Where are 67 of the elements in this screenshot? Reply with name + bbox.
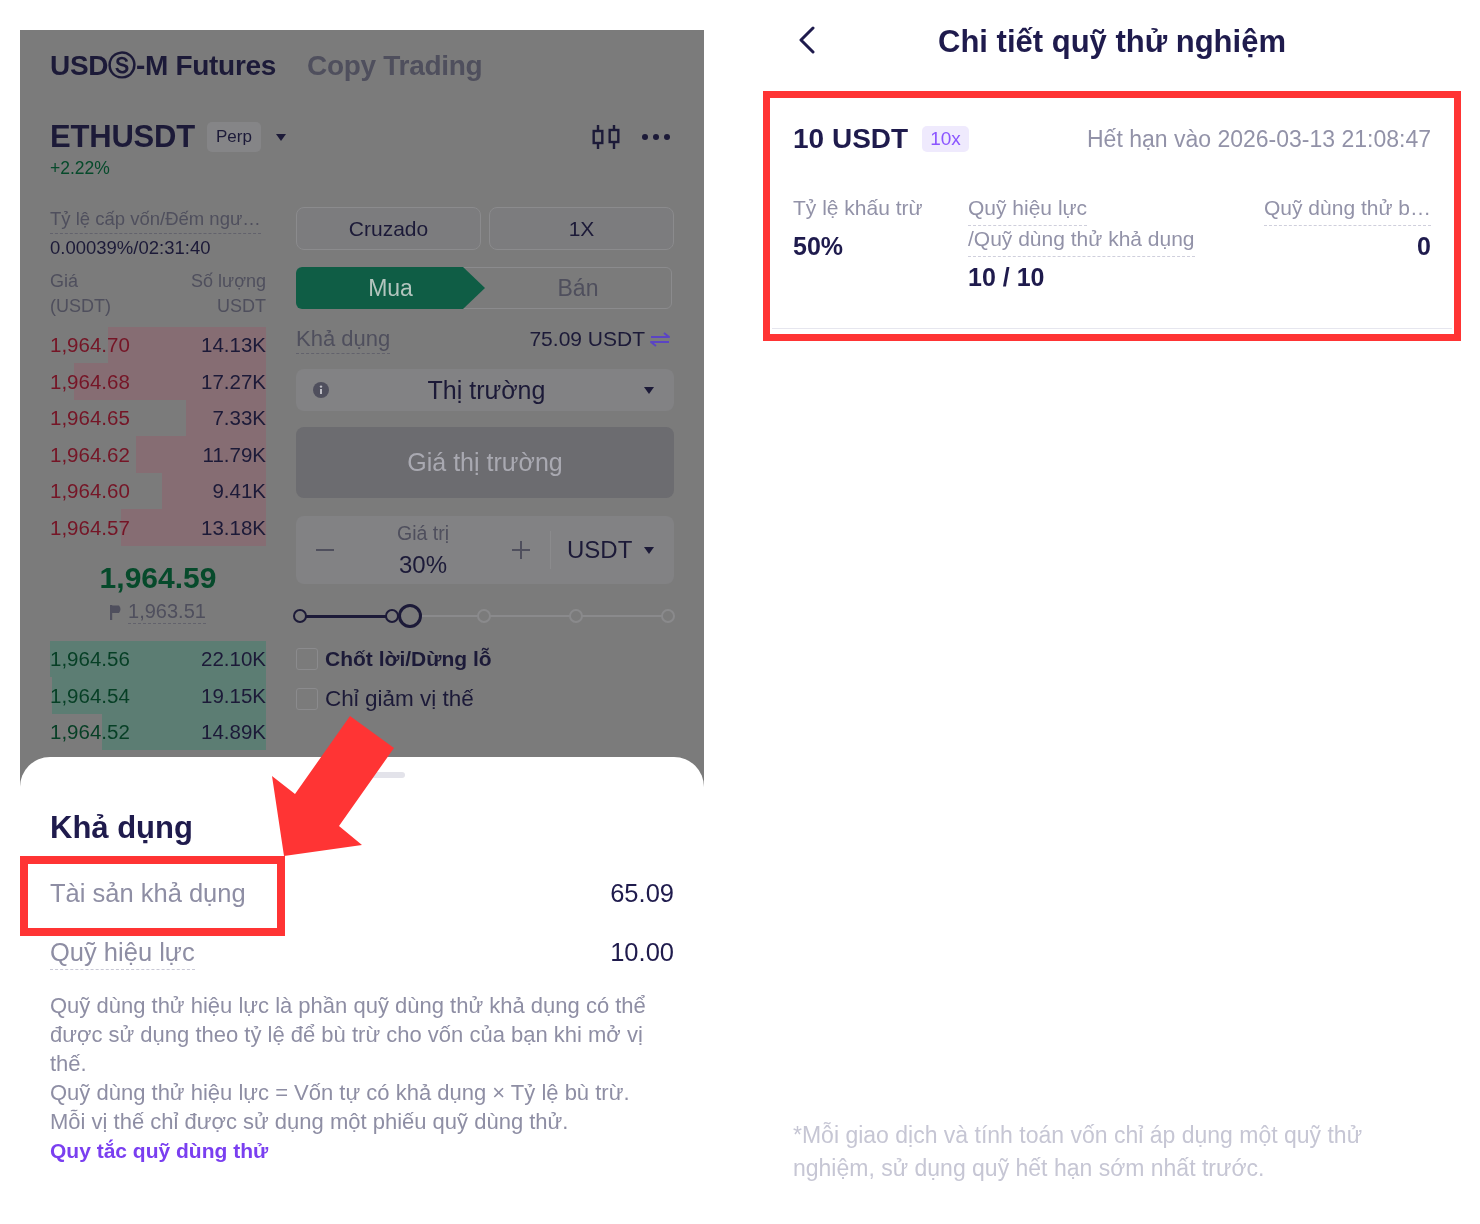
order-price[interactable]: 1,964.57 bbox=[50, 515, 130, 540]
symbol-name[interactable]: ETHUSDT bbox=[50, 119, 195, 155]
order-price[interactable]: 1,964.62 bbox=[50, 442, 130, 467]
header-tab[interactable]: USDⓈ-M Futures bbox=[50, 47, 277, 85]
more-icon[interactable] bbox=[642, 134, 670, 140]
balance-label: Tài sản khả dụng bbox=[50, 878, 246, 909]
order-price[interactable]: 1,964.65 bbox=[50, 406, 130, 430]
balance-value: 65.09 bbox=[610, 878, 674, 908]
stat-value: 50% bbox=[793, 233, 844, 259]
page-title: Chi tiết quỹ thử nghiệm bbox=[938, 24, 1286, 60]
stat-label: Tỷ lệ khấu trừ bbox=[793, 195, 923, 221]
order-amount: 14.13K bbox=[201, 333, 266, 357]
margin-mode-button[interactable]: Cruzado bbox=[296, 207, 481, 250]
order-price[interactable]: 1,964.56 bbox=[50, 647, 130, 671]
candlestick-chart-icon[interactable] bbox=[592, 125, 620, 149]
checkbox-label[interactable]: Chốt lời/Dừng lỗ bbox=[325, 647, 492, 671]
side-tab[interactable]: Mua bbox=[296, 267, 485, 309]
order-amount: 9.41K bbox=[212, 479, 266, 503]
caret-down-icon[interactable] bbox=[275, 133, 286, 141]
order-amount: 22.10K bbox=[201, 647, 266, 671]
price-change: +2.22% bbox=[50, 158, 111, 178]
contract-tag: Perp bbox=[207, 122, 261, 152]
order-price[interactable]: 1,964.60 bbox=[50, 479, 130, 503]
available-value: 75.09 USDT bbox=[529, 326, 645, 352]
info-icon[interactable] bbox=[313, 382, 329, 398]
description-text: Quỹ dùng thử hiệu lực là phần quỹ dùng thử khả dụng có thể được sử dụng theo tỷ lệ để bù trừ cho vốn của bạn khi mở vị thế. bbox=[50, 992, 647, 1078]
order-amount: 19.15K bbox=[201, 683, 266, 708]
slider-track[interactable] bbox=[293, 602, 675, 630]
stat-value: 10 / 10 bbox=[968, 264, 1045, 290]
order-type-dropdown[interactable]: Thị trường bbox=[296, 369, 674, 411]
slider-thumb[interactable] bbox=[398, 604, 423, 628]
order-price[interactable]: 1,964.70 bbox=[50, 333, 130, 357]
order-amount: 17.27K bbox=[201, 369, 266, 394]
expiry-text: Hết hạn vào 2026-03-13 21:08:47 bbox=[1087, 126, 1431, 152]
caret-down-icon[interactable] bbox=[644, 546, 654, 554]
stat-label[interactable]: Quỹ dùng thử b… bbox=[1264, 195, 1431, 226]
order-amount: 11.79K bbox=[202, 442, 266, 467]
description-text: Mỗi vị thế chỉ được sử dụng một phiếu quỹ dùng thử. bbox=[50, 1108, 570, 1136]
plus-icon[interactable] bbox=[512, 541, 530, 559]
fund-amount: 10 USDT bbox=[793, 122, 909, 156]
stat-value: 0 bbox=[1417, 233, 1431, 259]
caret-down-icon[interactable] bbox=[644, 386, 654, 394]
description-text: Quỹ dùng thử hiệu lực = Vốn tự có khả dụng × Tỷ lệ bù trừ. bbox=[50, 1079, 631, 1107]
last-price: 1,964.59 bbox=[98, 560, 218, 596]
order-price[interactable]: 1,964.52 bbox=[50, 720, 130, 744]
order-amount: 7.33K bbox=[212, 406, 266, 430]
leverage-button[interactable]: 1X bbox=[489, 207, 674, 250]
flag-icon bbox=[110, 605, 123, 620]
leverage-badge: 10x bbox=[922, 126, 969, 152]
order-amount: 13.18K bbox=[201, 515, 266, 540]
stat-label[interactable]: Quỹ hiệu lực bbox=[968, 195, 1088, 226]
back-icon[interactable] bbox=[798, 26, 815, 54]
order-amount: 14.89K bbox=[201, 720, 266, 744]
unit-dropdown[interactable]: USDT bbox=[567, 536, 654, 564]
balance-label[interactable]: Quỹ hiệu lực bbox=[50, 937, 195, 970]
checkbox-label[interactable]: Chỉ giảm vị thế bbox=[325, 686, 474, 712]
sheet-title: Khả dụng bbox=[50, 809, 194, 847]
rules-link[interactable]: Quy tắc quỹ dùng thử bbox=[50, 1136, 269, 1165]
funding-rate-value: 0.00039%/02:31:40 bbox=[50, 237, 212, 259]
stat-label[interactable]: /Quỹ dùng thử khả dụng bbox=[968, 226, 1195, 257]
balance-value: 10.00 bbox=[610, 937, 674, 967]
order-price[interactable]: 1,964.54 bbox=[50, 683, 130, 708]
amount-value: 30% bbox=[398, 550, 447, 579]
order-price[interactable]: 1,964.68 bbox=[50, 369, 130, 394]
slider-step[interactable] bbox=[293, 609, 307, 623]
slider-step[interactable] bbox=[385, 609, 399, 623]
footnote-text: *Mỗi giao dịch và tính toán vốn chỉ áp dụng một quỹ thử nghiệm, sử dụng quỹ hết hạn sớm nhất trước. bbox=[793, 1121, 1364, 1183]
